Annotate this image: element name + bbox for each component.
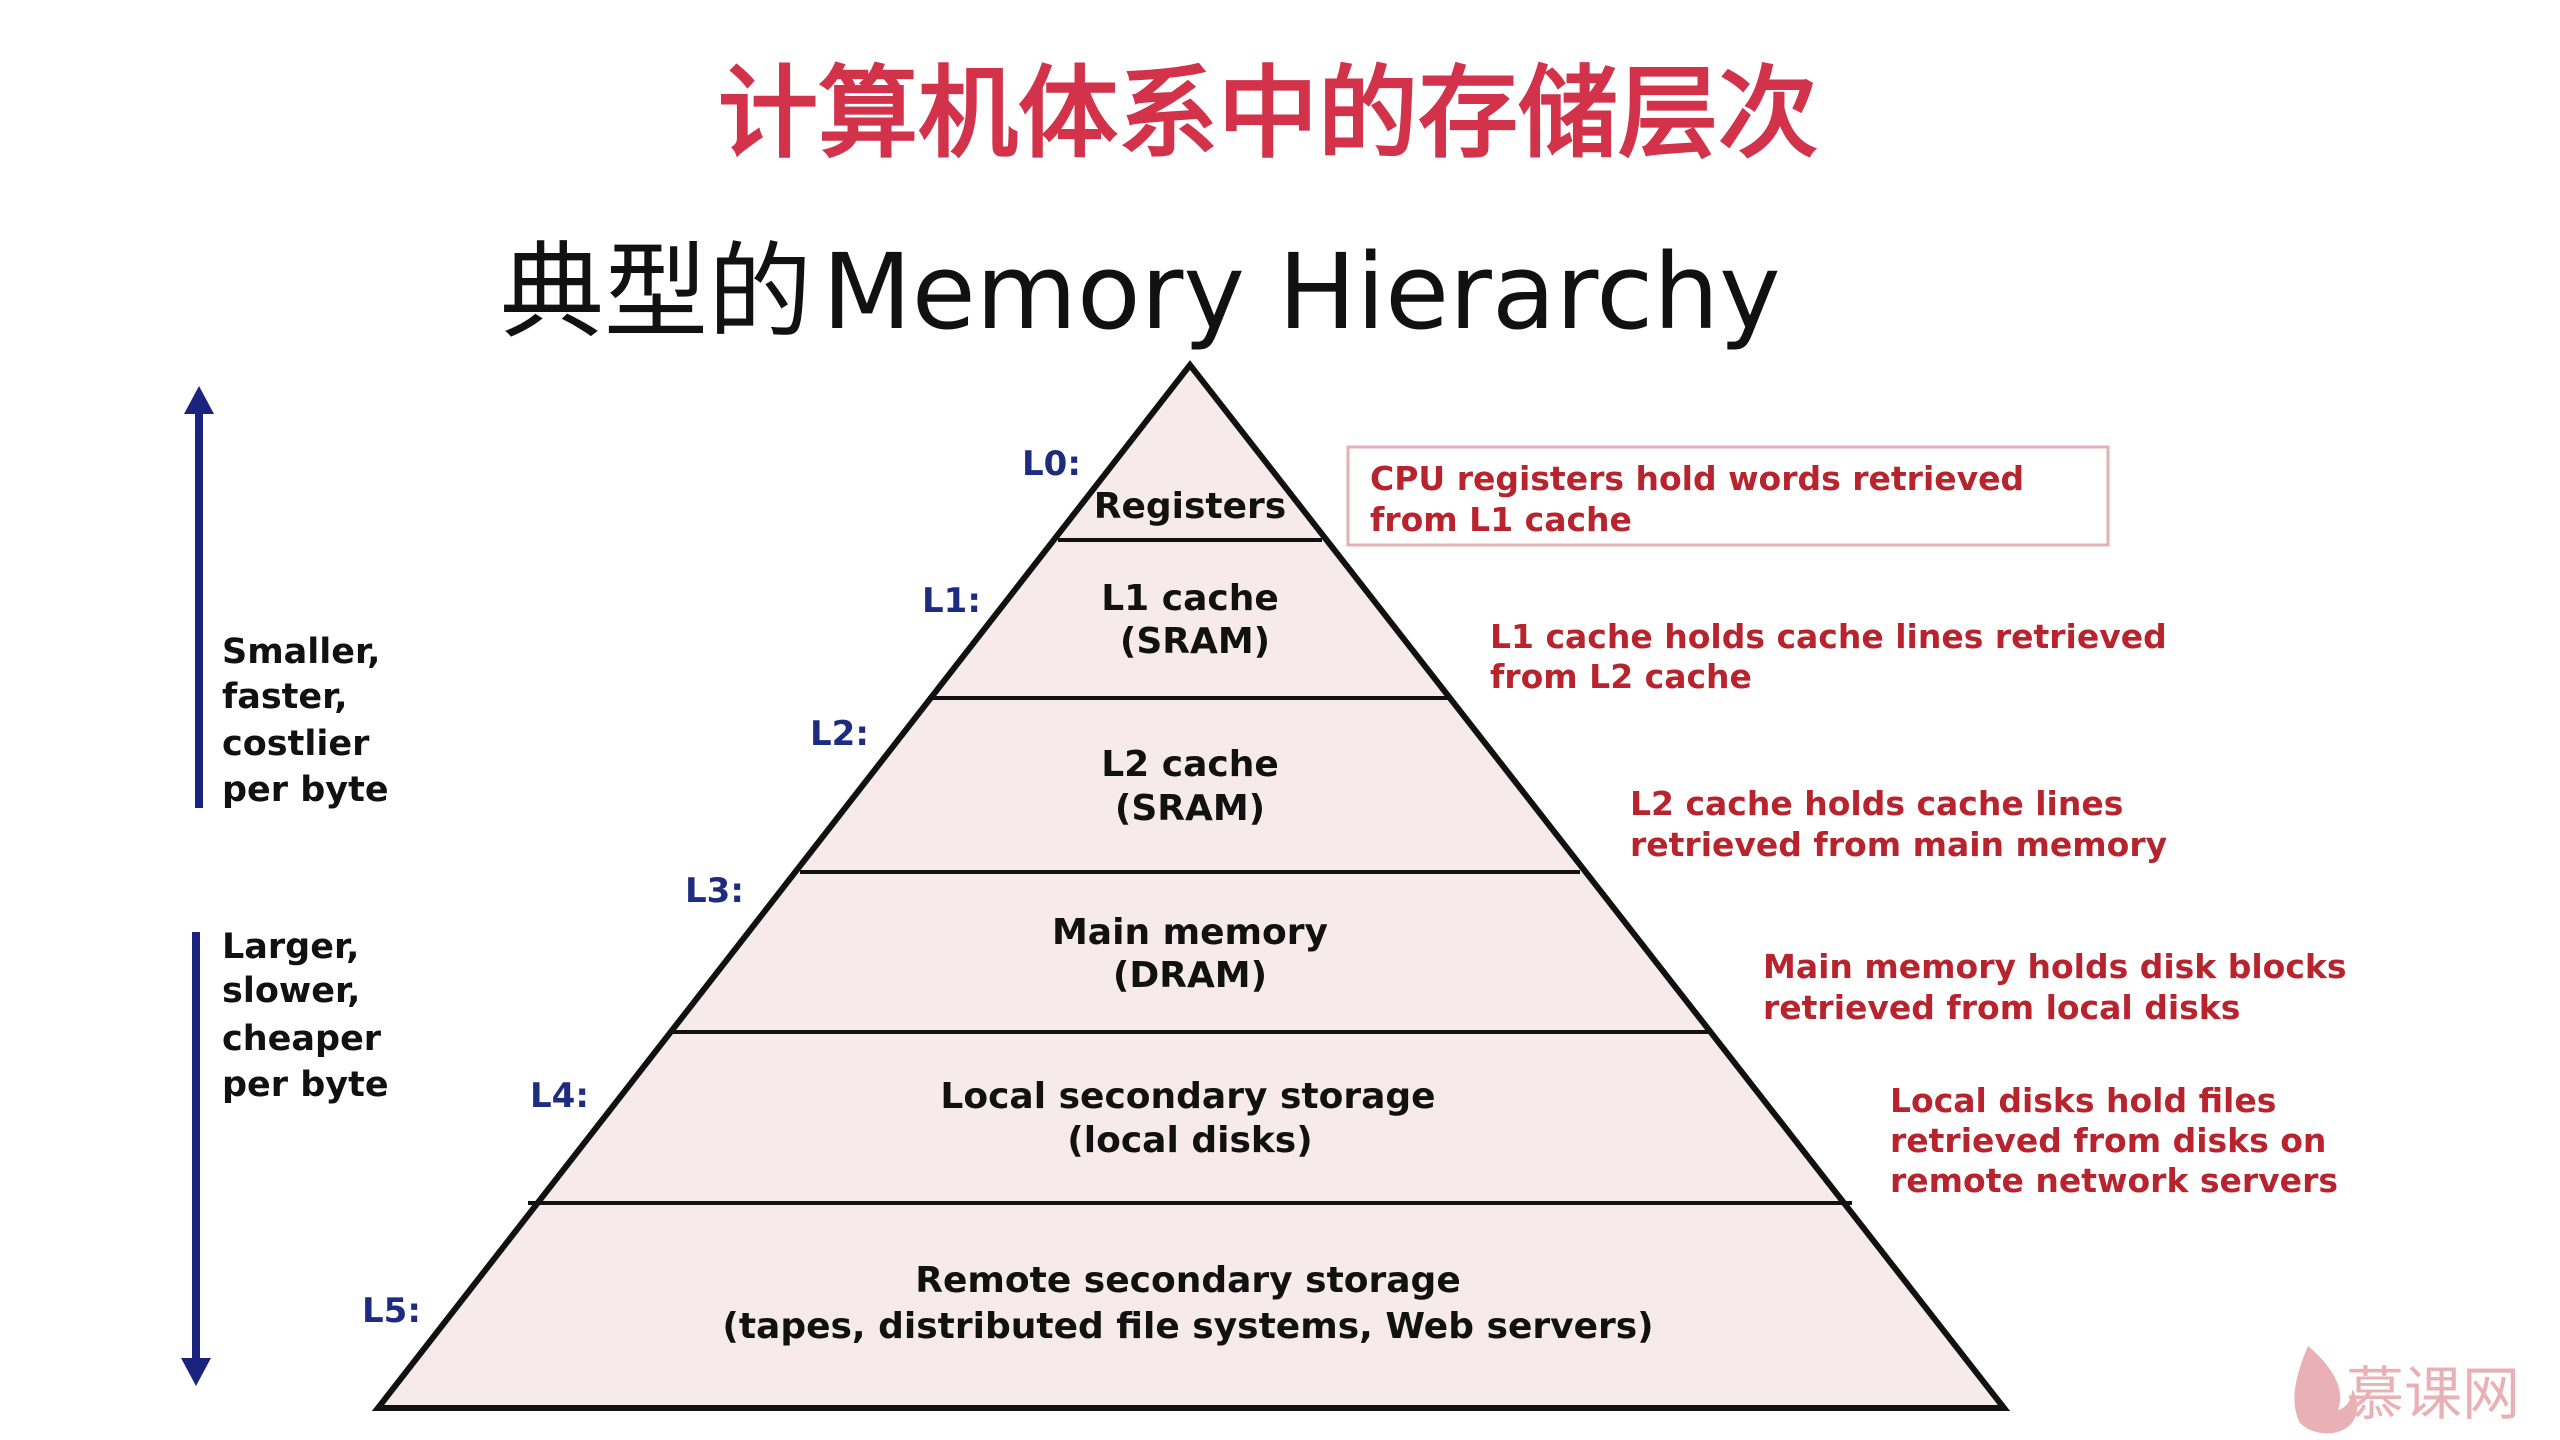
watermark-text: 慕课网	[2346, 1360, 2520, 1428]
level-label-l0: L0:	[1022, 444, 1081, 484]
level-text-l5-type: (tapes, distributed file systems, Web se…	[722, 1306, 1653, 1347]
level-text-l2-name: L2 cache	[1101, 744, 1279, 785]
description-l4-line-2: retrieved from disks on	[1890, 1121, 2326, 1160]
level-text-l0: Registers	[1094, 486, 1286, 527]
side-note-top-line-1: Smaller,	[222, 632, 380, 672]
level-text-l1-type: (SRAM)	[1120, 621, 1270, 662]
level-text-l3-name: Main memory	[1052, 912, 1328, 953]
description-l2-line-1: L2 cache holds cache lines	[1630, 784, 2123, 823]
side-note-bottom-line-1: Larger,	[222, 927, 359, 967]
description-l4-line-3: remote network servers	[1890, 1161, 2338, 1200]
level-text-l5-name: Remote secondary storage	[915, 1260, 1461, 1301]
memory-hierarchy-slide: 计算机体系中的存储层次 典型的Memory Hierarchy L0: L1: …	[181, 55, 2520, 1434]
description-l0-line-1: CPU registers hold words retrieved	[1370, 459, 2024, 498]
watermark: 慕课网	[2294, 1346, 2520, 1434]
down-arrow-head	[181, 1358, 211, 1386]
description-l0-line-2: from L1 cache	[1370, 500, 1632, 539]
level-label-l3: L3:	[685, 871, 744, 911]
description-l1-line-2: from L2 cache	[1490, 657, 1752, 696]
diagram-subtitle: 典型的Memory Hierarchy	[500, 231, 1781, 353]
description-l3-line-1: Main memory holds disk blocks	[1763, 947, 2347, 986]
side-note-bottom-line-2: slower,	[222, 971, 360, 1011]
level-label-l1: L1:	[922, 581, 981, 621]
level-label-l4: L4:	[530, 1076, 589, 1116]
side-note-bottom-line-3: cheaper	[222, 1019, 382, 1059]
level-text-l3-type: (DRAM)	[1113, 955, 1267, 996]
description-l3-line-2: retrieved from local disks	[1763, 988, 2240, 1027]
side-note-bottom-line-4: per byte	[222, 1065, 389, 1105]
page-title: 计算机体系中的存储层次	[718, 55, 1818, 172]
level-label-l5: L5:	[362, 1291, 421, 1331]
description-l4-line-1: Local disks hold files	[1890, 1081, 2276, 1120]
side-note-top-line-4: per byte	[222, 770, 389, 810]
description-l2-line-2: retrieved from main memory	[1630, 825, 2167, 864]
level-text-l4-type: (local disks)	[1067, 1120, 1312, 1161]
side-note-top-line-2: faster,	[222, 677, 348, 717]
level-text-l2-type: (SRAM)	[1115, 788, 1265, 829]
description-l1-line-1: L1 cache holds cache lines retrieved	[1490, 617, 2167, 656]
level-text-l1-name: L1 cache	[1101, 578, 1279, 619]
side-note-top-line-3: costlier	[222, 724, 370, 764]
level-label-l2: L2:	[810, 714, 869, 754]
subtitle-cn: 典型的	[500, 231, 812, 353]
subtitle-en: Memory Hierarchy	[822, 231, 1781, 353]
up-arrow-head	[184, 386, 214, 414]
level-text-l4-name: Local secondary storage	[940, 1076, 1435, 1117]
